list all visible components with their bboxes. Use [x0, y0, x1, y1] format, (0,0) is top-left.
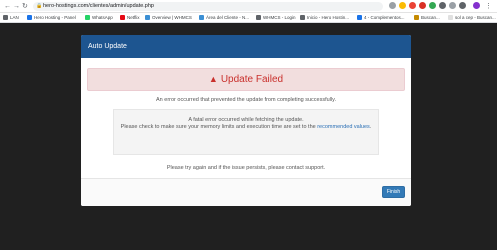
puzzle-icon[interactable]: [439, 2, 446, 9]
error-line-2: Please check to make sure your memory li…: [114, 124, 378, 131]
bookmark-item[interactable]: WhatsApp: [85, 14, 113, 22]
bookmark-icon: [199, 15, 204, 20]
extension-icon[interactable]: [419, 2, 426, 9]
update-failed-alert: ▲ Update Failed: [87, 68, 405, 91]
media-icon[interactable]: [449, 2, 456, 9]
bookmark-icon: [357, 15, 362, 20]
bookmark-icon: [448, 15, 453, 20]
bookmark-item[interactable]: Buscan...: [414, 14, 440, 22]
forward-icon[interactable]: →: [13, 2, 20, 11]
menu-icon[interactable]: ⋮: [485, 2, 492, 11]
bookmark-item[interactable]: Overview | WHMCS: [145, 14, 192, 22]
bookmark-item[interactable]: sol a cep - Buscan...: [448, 14, 496, 22]
recommended-values-link[interactable]: recommended values: [317, 124, 370, 130]
bookmark-item[interactable]: LAN: [3, 14, 19, 22]
error-details: A fatal error occurred while fetching th…: [113, 109, 379, 155]
lock-icon: 🔒: [36, 3, 43, 9]
back-icon[interactable]: ←: [4, 2, 11, 11]
error-line-2-end: .: [369, 124, 372, 130]
share-icon[interactable]: [389, 2, 396, 9]
whatsapp-icon: [85, 15, 90, 20]
extension-icon[interactable]: [429, 2, 436, 9]
sidepanel-icon[interactable]: [459, 2, 466, 9]
address-bar[interactable]: 🔒 hero-hostings.com/clientes/admin/updat…: [33, 2, 383, 11]
bookmark-icon: [300, 15, 305, 20]
finish-button[interactable]: Finish: [382, 186, 405, 198]
bookmark-icon: [27, 15, 32, 20]
retry-message: Please try again and if the issue persis…: [166, 165, 326, 171]
bookmark-item[interactable]: WHMCS - Login: [256, 14, 296, 22]
url-text: hero-hostings.com/clientes/admin/update.…: [43, 3, 154, 9]
star-icon[interactable]: [399, 2, 406, 9]
auto-update-modal: Auto Update ▲ Update Failed An error occu…: [81, 35, 411, 206]
bookmark-item[interactable]: Hero Hosting - Panel: [27, 14, 76, 22]
warning-icon: ▲: [208, 74, 218, 84]
bookmarks-bar: LAN Hero Hosting - Panel WhatsApp Netfli…: [0, 13, 497, 23]
avatar[interactable]: [473, 2, 480, 9]
failed-heading: Update Failed: [220, 74, 284, 85]
error-line-1: A fatal error occurred while fetching th…: [188, 117, 304, 123]
error-line-2-text: Please check to make sure your memory li…: [120, 124, 318, 130]
bookmark-icon: [145, 15, 150, 20]
bookmark-icon: [256, 15, 261, 20]
netflix-icon: [120, 15, 125, 20]
failed-heading-wrap: ▲ Update Failed: [209, 74, 283, 85]
bookmark-item[interactable]: Inicio - Hero Hostin...: [300, 14, 349, 22]
error-intro: An error occurred that prevented the upd…: [156, 97, 336, 103]
bookmark-item[interactable]: Netflix: [120, 14, 140, 22]
extension-icon[interactable]: [409, 2, 416, 9]
modal-footer: Finish: [81, 178, 411, 206]
reload-icon[interactable]: ↻: [22, 2, 28, 11]
bookmark-icon: [414, 15, 419, 20]
modal-title: Auto Update: [81, 35, 411, 58]
bookmark-item[interactable]: 4 - Complementos...: [357, 14, 405, 22]
bookmark-icon: [3, 15, 8, 20]
browser-toolbar: ← → ↻ 🔒 hero-hostings.com/clientes/admin…: [0, 0, 497, 13]
bookmark-item[interactable]: Área del Cliente - N...: [199, 14, 249, 22]
